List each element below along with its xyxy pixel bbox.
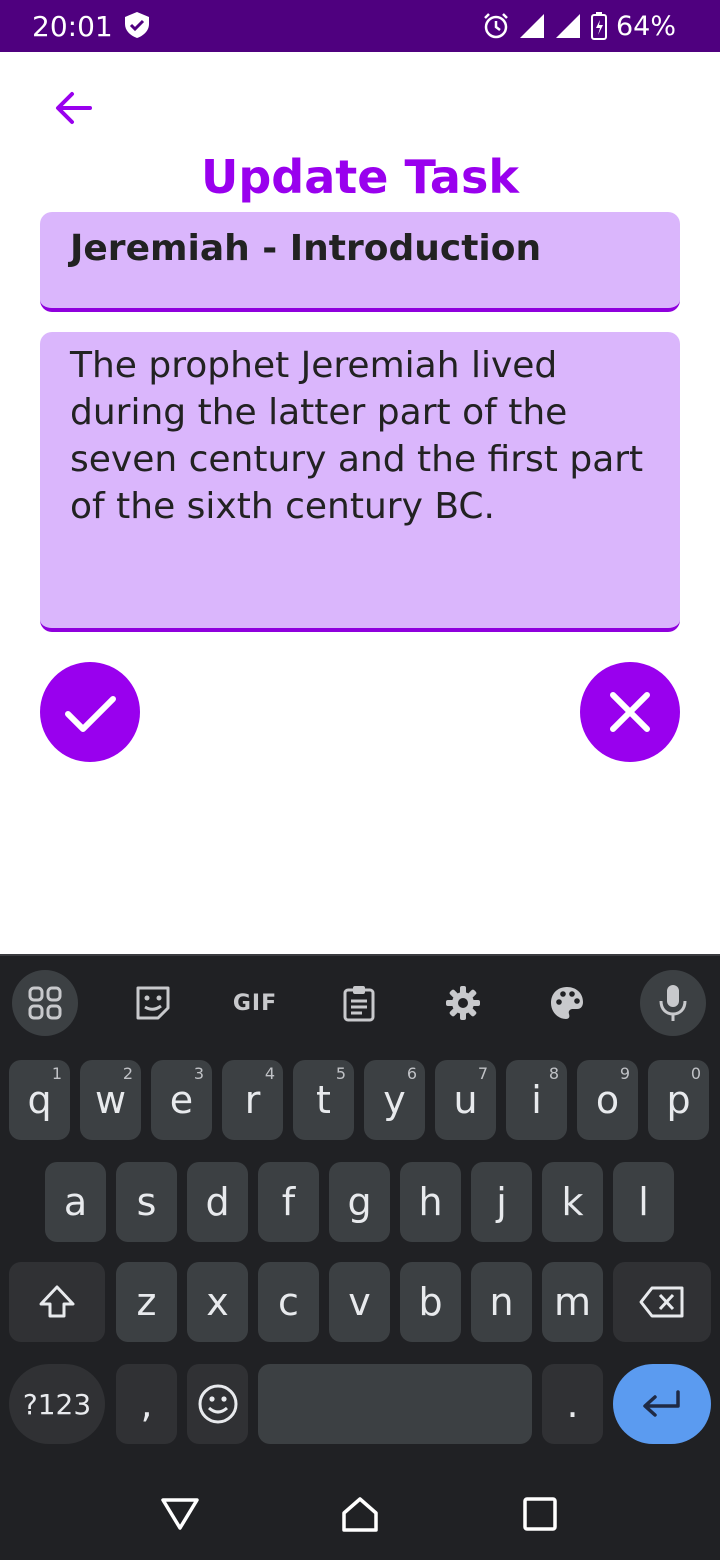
key-z[interactable]: z [116,1262,177,1342]
key-w[interactable]: w2 [80,1060,141,1140]
gear-icon[interactable] [430,970,496,1036]
period-key[interactable]: . [542,1364,603,1444]
key-s[interactable]: s [116,1162,177,1242]
check-icon [65,696,116,732]
key-m[interactable]: m [542,1262,603,1342]
key-t[interactable]: t5 [293,1060,354,1140]
key-a[interactable]: a [45,1162,106,1242]
emoji-icon [198,1384,237,1424]
confirm-button[interactable] [40,662,140,762]
key-o[interactable]: o9 [577,1060,638,1140]
enter-key[interactable] [613,1364,711,1444]
key-v[interactable]: v [329,1262,390,1342]
status-time: 20:01 [32,10,113,43]
task-description-field[interactable]: The prophet Jeremiah lived during the la… [40,332,680,632]
key-k[interactable]: k [542,1162,603,1242]
grid-icon[interactable] [12,970,78,1036]
key-d[interactable]: d [187,1162,248,1242]
symbols-key[interactable]: ?123 [9,1364,105,1444]
key-e[interactable]: e3 [151,1060,212,1140]
keyboard-toolbar: GIF [0,956,720,1046]
home-icon[interactable] [330,1486,390,1542]
cancel-button[interactable] [580,662,680,762]
task-title-field[interactable]: Jeremiah - Introduction [40,212,680,312]
backspace-key[interactable] [613,1262,711,1342]
back-button[interactable] [52,86,96,130]
key-u[interactable]: u7 [435,1060,496,1140]
alarm-icon [482,12,510,40]
key-b[interactable]: b [400,1262,461,1342]
shift-key[interactable] [9,1262,105,1342]
battery-percent: 64% [615,10,676,42]
task-description-value: The prophet Jeremiah lived during the la… [70,345,644,527]
status-icons: 64% [482,8,676,44]
navigation-bar [0,1466,720,1560]
palette-icon[interactable] [534,970,600,1036]
key-p[interactable]: p0 [648,1060,709,1140]
signal-icon [554,12,582,40]
key-n[interactable]: n [471,1262,532,1342]
shield-icon [122,10,152,40]
key-q[interactable]: q1 [9,1060,70,1140]
recents-icon[interactable] [510,1486,570,1542]
key-h[interactable]: h [400,1162,461,1242]
mic-icon[interactable] [640,970,706,1036]
clipboard-icon[interactable] [326,970,392,1036]
page-title: Update Task [201,150,519,204]
key-l[interactable]: l [613,1162,674,1242]
comma-key[interactable]: , [116,1364,177,1444]
shift-icon [39,1285,75,1318]
key-y[interactable]: y6 [364,1060,425,1140]
key-f[interactable]: f [258,1162,319,1242]
key-x[interactable]: x [187,1262,248,1342]
key-c[interactable]: c [258,1262,319,1342]
signal-icon [518,12,546,40]
sticker-icon[interactable] [120,970,186,1036]
key-j[interactable]: j [471,1162,532,1242]
close-icon [610,692,650,732]
key-r[interactable]: r4 [222,1060,283,1140]
battery-icon [590,11,608,41]
backspace-icon [639,1286,684,1318]
keyboard: GIF q1 w2 e3 r4 t5 y6 u7 i8 o9 p0 a s d … [0,954,720,1466]
enter-icon [643,1390,680,1417]
spacebar[interactable] [258,1364,532,1444]
key-i[interactable]: i8 [506,1060,567,1140]
arrow-left-icon [56,92,92,124]
status-bar: 20:01 64% [0,0,720,52]
key-g[interactable]: g [329,1162,390,1242]
back-triangle-icon[interactable] [150,1486,210,1542]
emoji-key[interactable] [187,1364,248,1444]
gif-button[interactable]: GIF [222,970,288,1036]
task-title-value: Jeremiah - Introduction [70,228,542,269]
gif-label: GIF [232,990,278,1016]
